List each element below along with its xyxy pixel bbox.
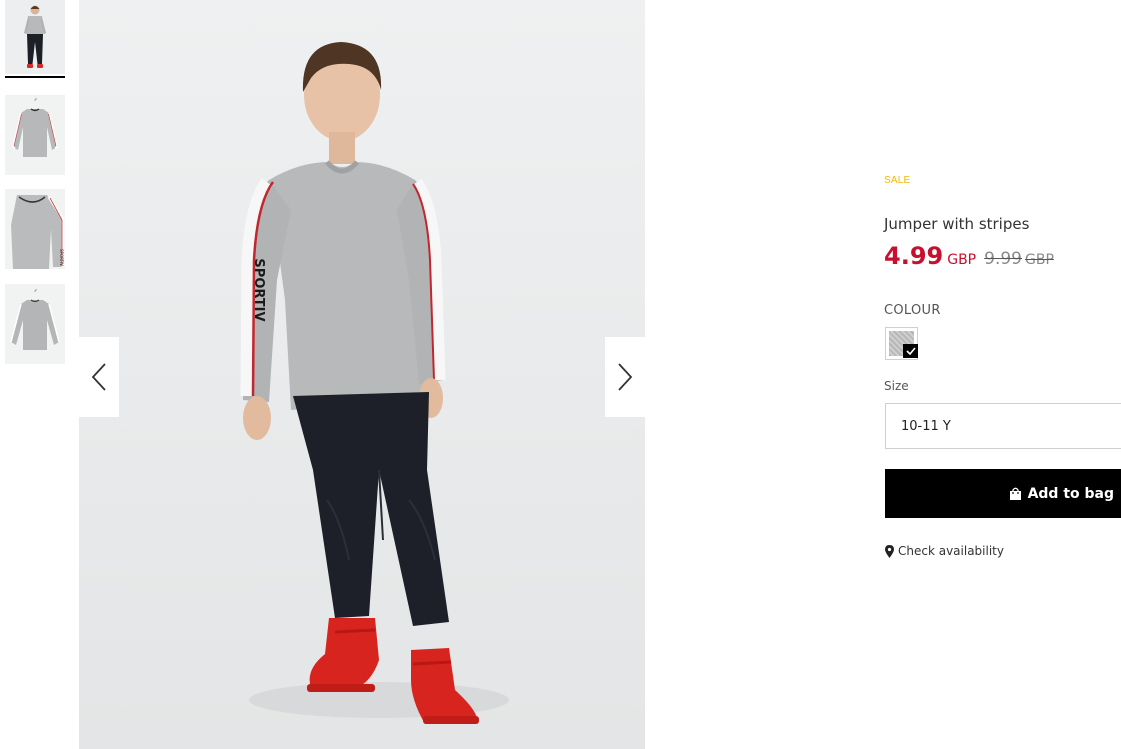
previous-image-button[interactable] (79, 337, 119, 417)
size-select[interactable]: 10-11 Y (885, 403, 1121, 449)
shopping-bag-icon (1009, 487, 1021, 500)
size-label: Size (884, 379, 909, 393)
add-to-bag-button[interactable]: Add to bag (885, 469, 1121, 518)
thumbnail-2-jumper-hanging[interactable] (5, 95, 65, 175)
check-icon (903, 344, 918, 358)
thumbnail-4-jumper-back[interactable] (5, 284, 65, 364)
sale-badge: SALE (884, 175, 911, 186)
price-row: 4.99 GBP 9.99 GBP (884, 242, 1054, 270)
check-availability-link[interactable]: Check availability (885, 544, 1004, 558)
size-selected-value: 10-11 Y (901, 418, 951, 434)
colour-swatch-grey[interactable] (885, 327, 918, 360)
location-pin-icon (885, 544, 894, 558)
next-image-button[interactable] (605, 337, 645, 417)
current-price-currency: GBP (947, 252, 977, 268)
thumbnail-3-jumper-flat[interactable]: SPORTIV (5, 189, 65, 269)
old-price: 9.99 (984, 249, 1022, 269)
current-price: 4.99 (884, 242, 944, 270)
check-availability-label: Check availability (898, 544, 1004, 558)
svg-text:SPORTIV: SPORTIV (251, 258, 266, 321)
chevron-left-icon (91, 363, 106, 391)
product-title: Jumper with stripes (884, 215, 1030, 233)
svg-text:SPORTIV: SPORTIV (59, 249, 64, 266)
product-page: SPORTIV SPORTIV SALE Jumper with stripes… (0, 0, 1121, 749)
chevron-right-icon (618, 363, 633, 391)
active-thumbnail-indicator (5, 76, 65, 78)
colour-label: COLOUR (884, 303, 941, 318)
thumbnail-1-model-front[interactable] (5, 0, 65, 74)
add-to-bag-label: Add to bag (1027, 485, 1114, 502)
old-price-currency: GBP (1024, 252, 1054, 268)
main-product-image: SPORTIV (79, 0, 645, 749)
